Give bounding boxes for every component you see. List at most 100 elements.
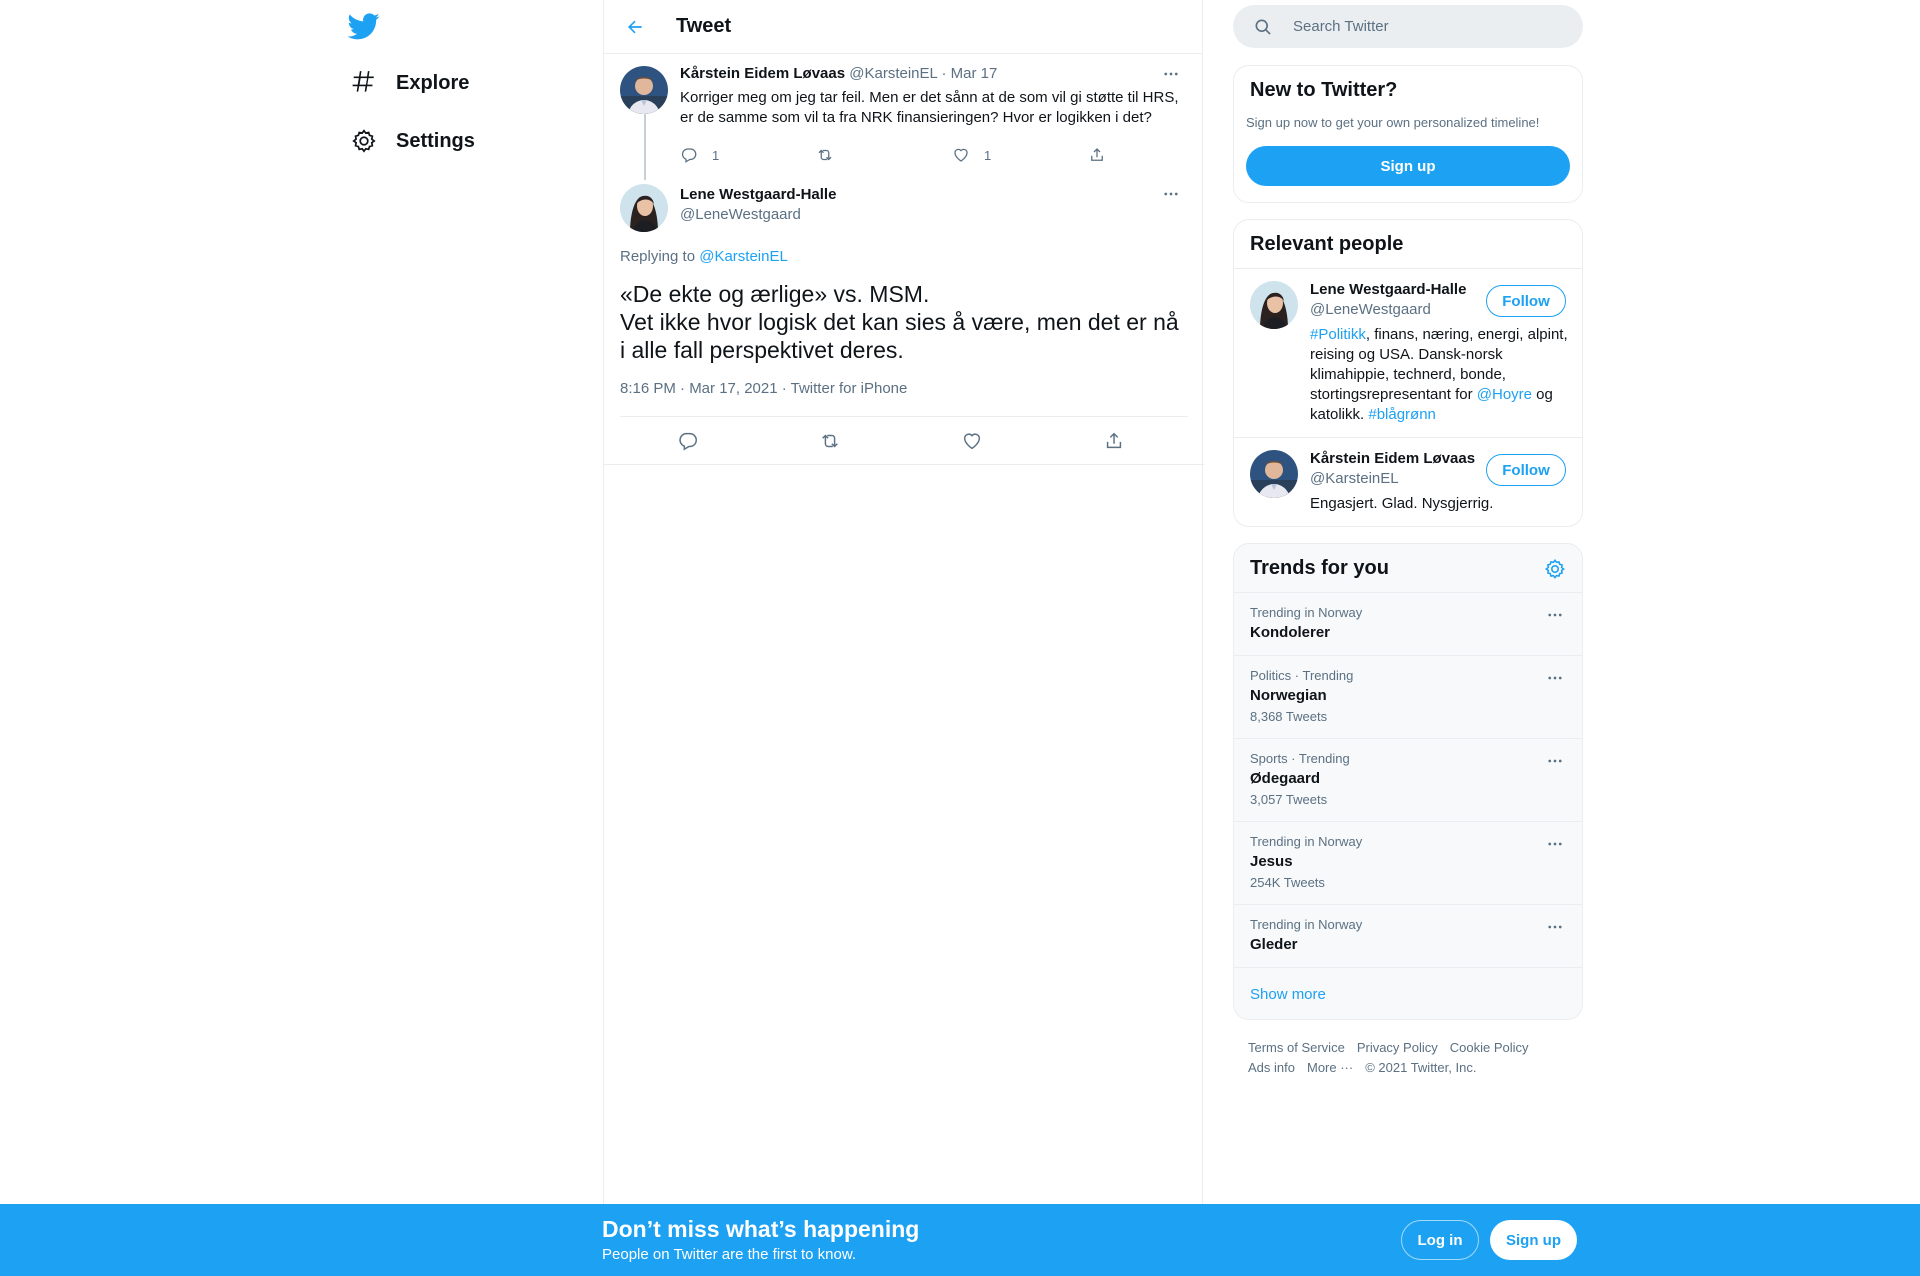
copyright-text: © 2021 Twitter, Inc. <box>1365 1060 1477 1075</box>
tweet-author-handle[interactable]: @LeneWestgaard <box>680 206 801 223</box>
person-name[interactable]: Lene Westgaard-Halle <box>1310 281 1476 298</box>
login-button[interactable]: Log in <box>1401 1220 1479 1260</box>
more-options-icon[interactable] <box>1540 749 1570 773</box>
tweet-actions <box>620 416 1188 464</box>
trend-item[interactable]: Sports · Trending Ødegaard 3,057 Tweets <box>1234 738 1582 821</box>
card-subtitle: Sign up now to get your own personalized… <box>1246 115 1540 130</box>
signup-banner: Don’t miss what’s happening People on Tw… <box>0 1204 1920 1276</box>
person-bio: Engasjert. Glad. Nysgjerrig. <box>1310 495 1494 512</box>
trend-item[interactable]: Trending in Norway Gleder <box>1234 904 1582 967</box>
settings-gear-icon[interactable] <box>1544 558 1566 580</box>
avatar[interactable] <box>1250 450 1298 498</box>
nav-item-label: Explore <box>396 71 470 94</box>
reply-button[interactable]: 1 <box>680 140 719 170</box>
trend-item[interactable]: Trending in Norway Jesus 254K Tweets <box>1234 821 1582 904</box>
back-arrow-icon[interactable] <box>620 12 650 42</box>
trend-item[interactable]: Trending in Norway Kondolerer <box>1234 592 1582 655</box>
tweet-text: Korriger meg om jeg tar feil. Men er det… <box>680 89 1179 126</box>
tweet-text: «De ekte og ærlige» vs. MSM. Vet ikke hv… <box>620 281 1179 363</box>
signup-button[interactable]: Sign up <box>1490 1220 1577 1260</box>
more-options-icon[interactable] <box>1540 666 1570 690</box>
retweet-icon <box>818 149 832 161</box>
reply-button[interactable] <box>677 426 699 456</box>
show-more-link[interactable]: Show more <box>1250 986 1326 1003</box>
trend-item[interactable]: Politics · Trending Norwegian 8,368 Twee… <box>1234 655 1582 738</box>
new-to-twitter-card: New to Twitter? Sign up now to get your … <box>1233 65 1583 203</box>
avatar[interactable] <box>620 184 668 232</box>
person-handle[interactable]: @LeneWestgaard <box>1310 301 1431 318</box>
tweet-author-handle[interactable]: @KarsteinEL <box>849 65 937 82</box>
reply-count: 1 <box>712 147 720 163</box>
trend-name: Gleder <box>1250 936 1298 953</box>
trend-context: Trending in Norway <box>1250 917 1363 932</box>
person-handle[interactable]: @KarsteinEL <box>1310 470 1399 487</box>
hashtag-link[interactable]: #Politikk <box>1310 326 1366 343</box>
main-column: Tweet Kårstein Eidem Løvaas @KarsteinEL … <box>603 0 1204 1276</box>
footer-link-cookie[interactable]: Cookie Policy <box>1450 1040 1529 1055</box>
signup-button[interactable]: Sign up <box>1246 146 1570 186</box>
parent-tweet[interactable]: Kårstein Eidem Løvaas @KarsteinEL · Mar … <box>604 54 1204 180</box>
trend-count: 3,057 Tweets <box>1250 792 1328 807</box>
more-options-icon[interactable] <box>1540 603 1570 627</box>
more-options-icon[interactable] <box>1540 832 1570 856</box>
follow-button[interactable]: Follow <box>1486 285 1566 317</box>
share-button[interactable] <box>1103 426 1125 456</box>
trend-count: 8,368 Tweets <box>1250 709 1328 724</box>
footer-link-privacy[interactable]: Privacy Policy <box>1357 1040 1438 1055</box>
thread-line <box>644 114 646 180</box>
footer-link-ads[interactable]: Ads info <box>1248 1060 1295 1075</box>
person-item[interactable]: Lene Westgaard-Halle @LeneWestgaard Foll… <box>1234 268 1582 437</box>
retweet-button[interactable] <box>816 140 834 170</box>
trend-name: Norwegian <box>1250 687 1327 704</box>
footer-link-more[interactable]: More ··· <box>1307 1060 1353 1075</box>
trend-context: Trending in Norway <box>1250 834 1363 849</box>
trend-name: Jesus <box>1250 853 1293 870</box>
search-box[interactable] <box>1233 5 1583 48</box>
page-title: Tweet <box>676 15 732 37</box>
share-icon <box>1106 432 1122 449</box>
person-item[interactable]: Kårstein Eidem Løvaas @KarsteinEL Follow… <box>1234 437 1582 526</box>
twitter-logo-icon[interactable] <box>347 10 380 42</box>
search-input[interactable] <box>1293 18 1563 35</box>
person-bio: #Politikk, finans, næring, energi, alpin… <box>1310 325 1570 425</box>
heart-icon <box>963 433 981 450</box>
divider <box>604 464 1204 465</box>
trend-name: Ødegaard <box>1250 770 1321 787</box>
person-name[interactable]: Kårstein Eidem Løvaas <box>1310 450 1476 467</box>
replying-to-link[interactable]: @KarsteinEL <box>699 248 788 265</box>
tweet-author-name[interactable]: Lene Westgaard-Halle <box>680 186 836 203</box>
nav-item-explore[interactable]: Explore <box>340 59 469 107</box>
divider <box>1234 967 1582 968</box>
avatar[interactable] <box>620 66 668 114</box>
banner-subtitle: People on Twitter are the first to know. <box>602 1246 857 1263</box>
share-button[interactable] <box>1088 140 1106 170</box>
retweet-icon <box>822 434 838 448</box>
like-button[interactable]: 1 <box>952 140 991 170</box>
avatar[interactable] <box>1250 281 1298 329</box>
nav-item-settings[interactable]: Settings <box>340 117 475 165</box>
more-options-icon[interactable] <box>1540 915 1570 939</box>
tweet-date[interactable]: · Mar 17 <box>941 65 997 82</box>
heart-icon <box>954 148 968 162</box>
tweet-timestamp[interactable]: 8:16 PM · Mar 17, 2021 · Twitter for iPh… <box>620 380 907 397</box>
relevant-people-card: Relevant people Lene Westgaard-Halle @Le… <box>1233 219 1583 527</box>
gear-icon <box>340 117 388 165</box>
like-count: 1 <box>984 147 992 163</box>
search-icon <box>1255 19 1271 35</box>
footer-link-terms[interactable]: Terms of Service <box>1248 1040 1345 1055</box>
mention-link[interactable]: @Hoyre <box>1477 386 1532 403</box>
like-button[interactable] <box>961 426 983 456</box>
trend-context: Sports · Trending <box>1250 751 1350 766</box>
card-title: New to Twitter? <box>1250 79 1398 101</box>
more-options-icon[interactable] <box>1156 182 1186 206</box>
tweet-author-name[interactable]: Kårstein Eidem Løvaas <box>680 65 845 82</box>
main-header: Tweet <box>604 0 1202 54</box>
trend-context: Trending in Norway <box>1250 605 1363 620</box>
hashtag-icon <box>340 59 388 107</box>
follow-button[interactable]: Follow <box>1486 454 1566 486</box>
reply-icon <box>681 148 697 163</box>
nav-item-label: Settings <box>396 129 475 152</box>
more-options-icon[interactable] <box>1156 62 1186 86</box>
hashtag-link[interactable]: #blågrønn <box>1368 406 1436 423</box>
retweet-button[interactable] <box>819 426 841 456</box>
